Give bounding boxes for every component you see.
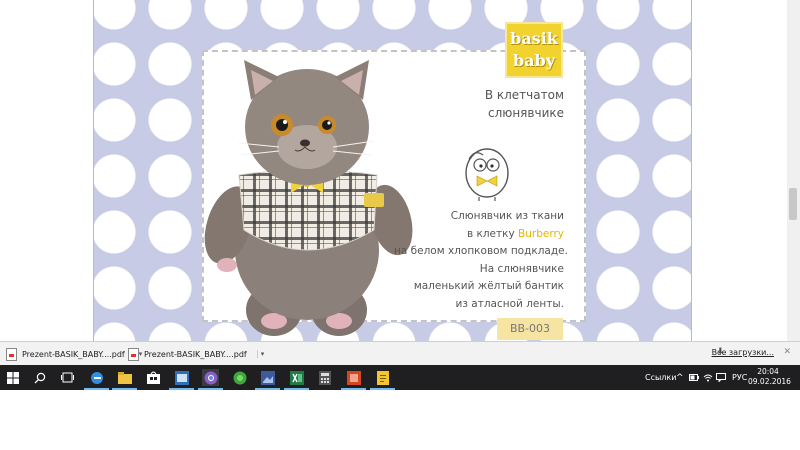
product-description: Слюнявчик из ткани в клетку Burberry на … [394, 208, 568, 313]
calculator-icon[interactable] [316, 369, 333, 386]
photos-icon[interactable] [169, 369, 194, 390]
powerpoint-icon[interactable] [341, 369, 366, 390]
links-label[interactable]: Ссылки [645, 373, 676, 382]
clock-date: 09.02.2016 [748, 377, 791, 386]
clock-time: 20:04 [757, 367, 779, 376]
notifications-icon[interactable] [716, 365, 726, 390]
description-line-2: в клетку Burberry [394, 226, 564, 244]
edge-icon[interactable] [84, 369, 109, 390]
download-item-1[interactable]: Prezent-BASIK_BABY....pdf ▾ [6, 345, 142, 363]
language-indicator[interactable]: РУС [732, 365, 747, 390]
cat-toy-image [204, 60, 413, 336]
logo-text: basik baby [510, 29, 558, 70]
pdf-file-icon [128, 347, 139, 361]
download-item-label: Prezent-BASIK_BABY....pdf [144, 349, 247, 359]
windows-start-icon[interactable] [4, 369, 21, 386]
wifi-icon[interactable] [703, 365, 713, 390]
taskbar-clock[interactable]: 20:04 09.02.2016 [748, 367, 791, 387]
pdf-page: basik baby В клетчатом слюнявчике Слюняв… [93, 0, 692, 341]
search-icon[interactable] [31, 369, 48, 386]
description-line-5: маленький жёлтый бантик [413, 280, 564, 292]
basik-baby-logo: basik baby [505, 22, 563, 78]
chevron-down-icon[interactable]: ▾ [256, 350, 264, 358]
description-line-3: на белом хлопковом подкладе. [394, 245, 568, 257]
chevron-up-icon[interactable]: ^ [676, 365, 684, 390]
brand-name: Burberry [518, 227, 564, 240]
document-app-icon[interactable] [370, 369, 395, 390]
links-toolbar[interactable]: Ссылки [645, 365, 676, 390]
task-view-icon[interactable] [59, 369, 76, 386]
excel-icon[interactable] [284, 369, 309, 390]
download-item-label: Prezent-BASIK_BABY....pdf [22, 349, 125, 359]
battery-icon[interactable] [689, 365, 699, 390]
file-explorer-icon[interactable] [112, 369, 137, 390]
scrollbar-thumb[interactable] [789, 188, 797, 220]
vertical-scrollbar[interactable] [787, 0, 800, 341]
store-icon[interactable] [145, 369, 162, 386]
pdf-viewer: basik baby В клетчатом слюнявчике Слюняв… [0, 0, 800, 341]
description-line-6: из атласной ленты. [455, 297, 564, 310]
description-line-1: Слюнявчик из ткани [450, 210, 564, 222]
downloads-bar: Prezent-BASIK_BABY....pdf ▾ Prezent-BASI… [0, 341, 800, 366]
language-label[interactable]: РУС [732, 373, 747, 382]
image-viewer-icon[interactable] [255, 369, 280, 390]
pdf-file-icon [6, 347, 17, 361]
download-item-2[interactable]: Prezent-BASIK_BABY....pdf ▾ [128, 345, 264, 363]
description-line-4: На слюнявчике [479, 262, 564, 275]
close-icon[interactable]: ✕ [783, 347, 791, 357]
all-downloads-link[interactable]: Все загрузки... [712, 348, 774, 357]
windows-taskbar: Ссылки ^ РУС 20:04 09.02.2016 [0, 365, 800, 390]
description-line-2-prefix: в клетку [466, 227, 519, 240]
product-code-badge: BB-003 [497, 318, 563, 340]
chrome-icon[interactable] [198, 369, 223, 390]
product-title: В клетчатом слюнявчике [484, 88, 564, 120]
owl-sketch-icon [465, 148, 509, 201]
green-app-icon[interactable] [231, 369, 248, 386]
